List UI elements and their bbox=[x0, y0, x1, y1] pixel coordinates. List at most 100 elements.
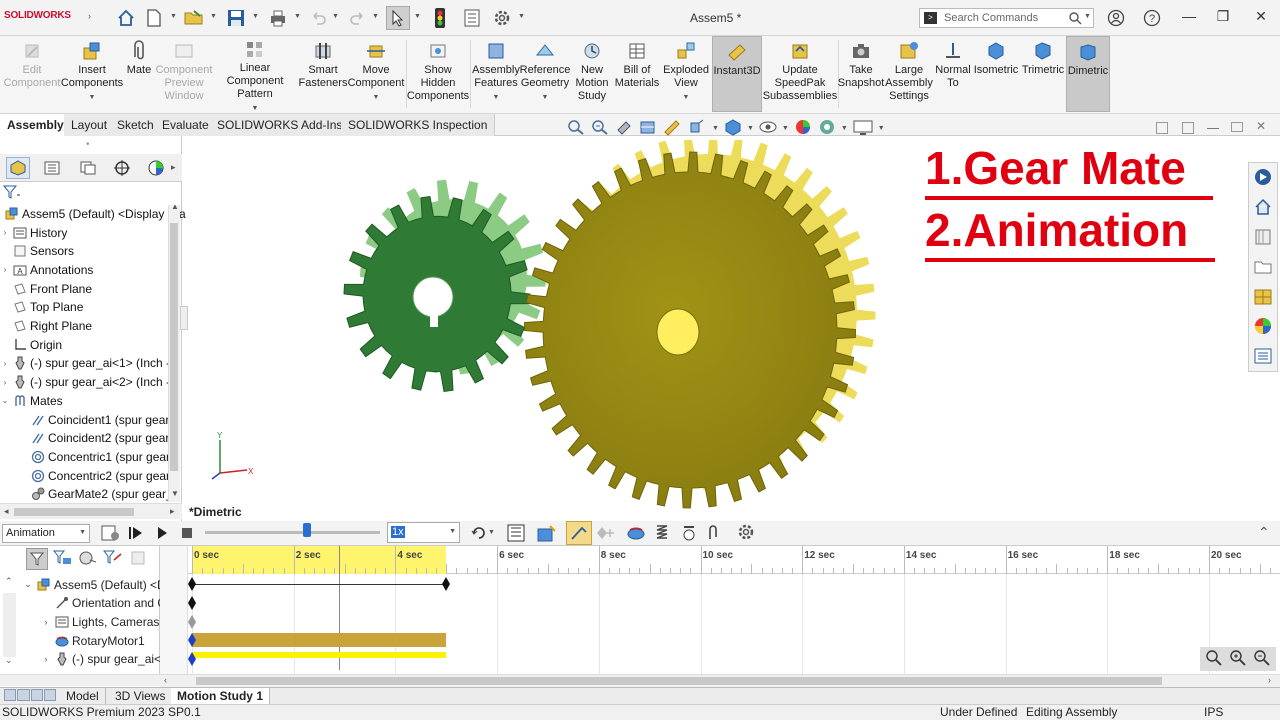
chevron-down-icon[interactable]: ▼ bbox=[712, 125, 719, 132]
show-hidden-components-button[interactable]: Show Hidden Components bbox=[407, 36, 469, 112]
tabs-scroll-right-icon[interactable]: ▸ bbox=[171, 162, 176, 173]
chevron-down-icon[interactable]: ▼ bbox=[747, 125, 754, 132]
playback-speed-select[interactable]: 1x ▼ bbox=[387, 522, 460, 543]
chevron-down-icon[interactable]: ▼ bbox=[878, 125, 885, 132]
configurationmanager-tab-icon[interactable] bbox=[76, 157, 100, 179]
move-component-button[interactable]: Move Component ▼ bbox=[348, 36, 404, 112]
tree-item-sensors[interactable]: Sensors bbox=[0, 242, 74, 261]
tree-item-mates[interactable]: ⌄ Mates bbox=[0, 391, 63, 410]
collapse-all-icon[interactable] bbox=[130, 550, 148, 569]
view-palette-icon[interactable] bbox=[1251, 285, 1275, 309]
zoom-to-area-icon[interactable] bbox=[590, 118, 610, 139]
zoom-to-fit-icon[interactable] bbox=[1205, 649, 1223, 670]
scroll-up-icon[interactable]: ▲ bbox=[171, 202, 179, 211]
filter-selected-icon[interactable] bbox=[78, 550, 98, 569]
filter-icon[interactable] bbox=[2, 185, 21, 202]
logo-menu-arrow-icon[interactable]: › bbox=[88, 11, 91, 21]
linear-component-pattern-button[interactable]: Linear Component Pattern ▼ bbox=[212, 36, 298, 112]
scroll-left-icon[interactable]: ◂ bbox=[4, 506, 9, 517]
previous-view-icon[interactable] bbox=[614, 118, 634, 139]
normal-to-button[interactable]: Normal To bbox=[934, 36, 972, 112]
chevron-down-icon[interactable]: ▼ bbox=[1084, 13, 1091, 20]
expand-arrow-icon[interactable]: › bbox=[0, 359, 10, 368]
tab-3d-views[interactable]: 3D Views bbox=[109, 688, 173, 704]
instant3d-button[interactable]: Instant3D bbox=[712, 36, 762, 112]
spur-gear-change-bar[interactable] bbox=[192, 652, 446, 658]
tab-scroll-last-icon[interactable] bbox=[43, 689, 56, 701]
solidworks-logo[interactable]: SOLIDWORKS bbox=[4, 10, 71, 21]
chevron-down-icon[interactable]: ▼ bbox=[252, 13, 259, 20]
scrollbar-thumb[interactable] bbox=[170, 223, 178, 471]
tree-item-spur-gear-1[interactable]: › (-) spur gear_ai<1> (Inch - bbox=[0, 354, 170, 373]
gear-icon[interactable] bbox=[490, 6, 514, 30]
apply-scene-icon[interactable] bbox=[817, 118, 837, 139]
damper-icon[interactable] bbox=[680, 523, 698, 546]
scrollbar-thumb[interactable] bbox=[14, 508, 134, 516]
insert-components-button[interactable]: Insert Components ▼ bbox=[61, 36, 123, 112]
section-view-icon[interactable] bbox=[638, 118, 658, 139]
tab-sketch[interactable]: Sketch bbox=[110, 114, 162, 136]
chevron-down-icon[interactable]: ▼ bbox=[542, 91, 549, 104]
view-orientation-icon[interactable] bbox=[686, 118, 708, 139]
edit-component-button[interactable]: Edit Component bbox=[2, 36, 62, 112]
motion-row-orientation[interactable]: Orientation and C bbox=[40, 594, 166, 613]
propertymanager-tab-icon[interactable] bbox=[40, 157, 64, 179]
key-point-diamond-icon[interactable] bbox=[188, 577, 196, 591]
new-motion-study-button[interactable]: New Motion Study bbox=[572, 36, 612, 112]
scroll-right-icon[interactable]: › bbox=[1268, 675, 1271, 685]
play-from-start-icon[interactable] bbox=[128, 524, 144, 545]
restore-window-icon[interactable]: ❐ bbox=[1212, 8, 1234, 28]
chevron-down-icon[interactable]: ▼ bbox=[414, 13, 421, 20]
tab-scroll-prev-icon[interactable] bbox=[17, 689, 30, 701]
chevron-down-icon[interactable]: ▼ bbox=[210, 13, 217, 20]
tab-layout[interactable]: Layout bbox=[64, 114, 116, 136]
featuremanager-tree-tab-icon[interactable] bbox=[6, 157, 30, 179]
user-account-icon[interactable] bbox=[1104, 6, 1128, 30]
filter-animated-icon[interactable] bbox=[26, 548, 48, 570]
tab-scroll-first-icon[interactable] bbox=[4, 689, 17, 701]
large-assembly-settings-button[interactable]: Large Assembly Settings bbox=[884, 36, 934, 112]
expand-arrow-icon[interactable]: ⌄ bbox=[22, 579, 34, 590]
display-manager-tab-icon[interactable] bbox=[144, 157, 168, 179]
scroll-down-icon[interactable]: ⌄ bbox=[5, 655, 13, 666]
panel-grip-handle[interactable]: • bbox=[86, 139, 90, 150]
redo-icon[interactable] bbox=[346, 6, 370, 30]
status-units-system[interactable]: IPS bbox=[1204, 705, 1223, 719]
chevron-down-icon[interactable]: ▼ bbox=[372, 13, 379, 20]
motion-tree-scrollbar[interactable] bbox=[3, 593, 16, 657]
motion-study-properties-gear-icon[interactable] bbox=[736, 522, 756, 545]
expand-arrow-icon[interactable]: › bbox=[0, 265, 10, 274]
zoom-in-icon[interactable] bbox=[1229, 649, 1247, 670]
print-icon[interactable] bbox=[266, 6, 290, 30]
viewport-close-icon[interactable]: ✕ bbox=[1256, 119, 1266, 133]
chevron-down-icon[interactable]: ▼ bbox=[488, 529, 495, 536]
tree-item-history[interactable]: › History bbox=[0, 223, 68, 242]
tree-item-concentric1[interactable]: Concentric1 (spur gear bbox=[18, 447, 170, 466]
expand-arrow-icon[interactable]: › bbox=[0, 228, 10, 237]
key-point-diamond-icon[interactable] bbox=[188, 596, 196, 610]
motion-row-spur-gear[interactable]: › (-) spur gear_ai< bbox=[40, 650, 162, 669]
zoom-out-icon[interactable] bbox=[1253, 649, 1271, 670]
home-icon[interactable] bbox=[114, 6, 138, 30]
add-update-key-icon[interactable] bbox=[596, 524, 616, 545]
tab-model[interactable]: Model bbox=[60, 688, 106, 704]
expand-arrow-icon[interactable]: › bbox=[0, 378, 10, 387]
tree-item-origin[interactable]: Origin bbox=[0, 335, 62, 354]
expand-arrow-icon[interactable]: ⌄ bbox=[0, 396, 10, 405]
chevron-down-icon[interactable]: ▼ bbox=[493, 91, 500, 104]
isometric-view-button[interactable]: Isometric bbox=[974, 36, 1018, 112]
save-icon[interactable] bbox=[224, 6, 248, 30]
key-point-diamond-icon[interactable] bbox=[188, 615, 196, 629]
small-gear[interactable] bbox=[343, 179, 546, 392]
assembly-features-button[interactable]: Assembly Features ▼ bbox=[472, 36, 520, 112]
gears-model-graphic[interactable] bbox=[330, 140, 890, 515]
scroll-down-icon[interactable]: ▼ bbox=[171, 489, 179, 498]
spring-icon[interactable] bbox=[654, 523, 670, 546]
rotary-motor-bar[interactable] bbox=[192, 633, 446, 647]
chevron-down-icon[interactable]: ▼ bbox=[373, 91, 380, 104]
play-icon[interactable] bbox=[155, 524, 169, 545]
viewport-split-icon[interactable] bbox=[1182, 122, 1194, 134]
chevron-down-icon[interactable]: ▼ bbox=[170, 13, 177, 20]
stop-icon[interactable] bbox=[182, 528, 192, 538]
timeline-ruler[interactable]: 0 sec 2 sec 4 sec 6 sec 8 sec 10 sec 12 sec 14 … bbox=[188, 546, 1280, 574]
